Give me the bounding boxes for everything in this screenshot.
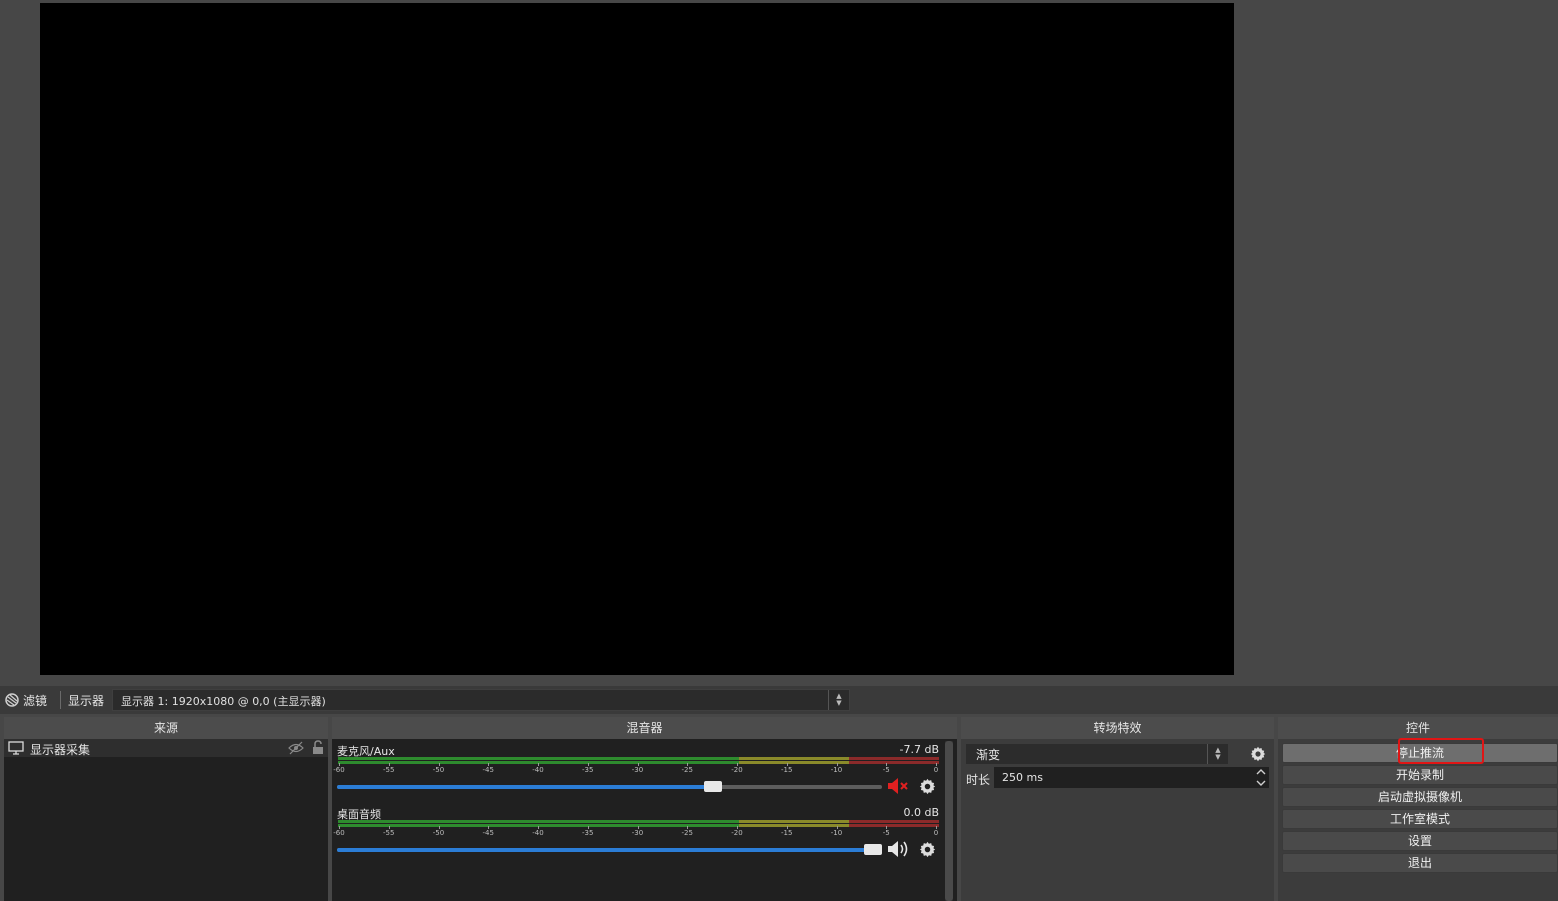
meter-tick-label: -15 bbox=[781, 766, 793, 774]
speaker-muted-icon[interactable] bbox=[886, 777, 912, 795]
sources-header: 来源 bbox=[4, 717, 328, 739]
mixer-scrollbar[interactable] bbox=[945, 741, 953, 901]
transitions-header: 转场特效 bbox=[961, 717, 1274, 739]
filter-icon bbox=[5, 693, 19, 707]
duration-stepper[interactable] bbox=[1253, 767, 1269, 788]
meter-tick-label: -10 bbox=[830, 766, 843, 774]
meter-segment bbox=[848, 820, 939, 823]
meter-tick-label: -5 bbox=[882, 766, 890, 774]
meter-segment bbox=[848, 757, 939, 760]
mic-aux-level-db: -7.7 dB bbox=[899, 743, 940, 756]
meter-segment bbox=[738, 757, 849, 760]
meter-tick-label: -55 bbox=[383, 829, 395, 837]
meter-tick-label: 0 bbox=[933, 829, 939, 837]
mic-aux-volume-fill bbox=[337, 785, 714, 789]
source-item[interactable]: 显示器采集 bbox=[4, 739, 328, 757]
display-select[interactable]: 显示器 1: 1920x1080 @ 0,0 (主显示器) ▲ ▼ bbox=[112, 689, 850, 711]
meter-tick-label: -60 bbox=[333, 829, 345, 837]
duration-label: 时长 bbox=[966, 773, 991, 787]
mic-aux-meter-ticks: -60 -55 -50 -45 -40 -35 -30 -25 -20 -15 -10 -5 0 bbox=[333, 763, 939, 777]
desktop-audio-volume-handle[interactable] bbox=[864, 844, 882, 855]
transitions-dock: 转场特效 渐变 ▲ ▼ 时长 250 ms bbox=[961, 717, 1274, 901]
visibility-eye-icon[interactable] bbox=[288, 741, 304, 755]
settings-button[interactable]: 设置 bbox=[1282, 831, 1558, 851]
display-select-value: 显示器 1: 1920x1080 @ 0,0 (主显示器) bbox=[121, 695, 326, 708]
updown-arrows-icon: ▲ ▼ bbox=[828, 690, 849, 710]
meter-tick-label: -55 bbox=[383, 766, 395, 774]
studio-mode-button[interactable]: 工作室模式 bbox=[1282, 809, 1558, 829]
chevron-down-icon[interactable] bbox=[1255, 779, 1267, 787]
meter-tick-label: -10 bbox=[830, 829, 843, 837]
mic-aux-volume-slider[interactable] bbox=[337, 781, 882, 792]
monitor-icon bbox=[8, 741, 24, 755]
meter-tick-label: -25 bbox=[681, 766, 693, 774]
meter-tick-label: -50 bbox=[432, 829, 445, 837]
duration-value: 250 ms bbox=[1002, 771, 1043, 784]
preview-area bbox=[0, 0, 1558, 686]
source-toolbar: 滤镜 显示器 显示器 1: 1920x1080 @ 0,0 (主显示器) ▲ ▼ bbox=[0, 686, 1558, 714]
speaker-icon[interactable] bbox=[886, 840, 912, 858]
transition-select[interactable]: 渐变 ▲ ▼ bbox=[966, 744, 1228, 764]
transition-select-value: 渐变 bbox=[976, 748, 1001, 762]
mixer-header: 混音器 bbox=[332, 717, 957, 739]
meter-tick-label: -20 bbox=[731, 766, 743, 774]
toolbar-divider bbox=[60, 691, 61, 709]
start-virtual-camera-button[interactable]: 启动虚拟摄像机 bbox=[1282, 787, 1558, 807]
highlight-box bbox=[1398, 738, 1484, 764]
mic-aux-gear-icon[interactable] bbox=[919, 778, 936, 795]
meter-tick-label: -25 bbox=[681, 829, 693, 837]
meter-tick-label: -5 bbox=[882, 829, 890, 837]
meter-tick-label: -45 bbox=[482, 829, 494, 837]
filters-label: 滤镜 bbox=[23, 693, 48, 708]
desktop-audio-level-db: 0.0 dB bbox=[903, 806, 939, 819]
meter-tick-label: -20 bbox=[731, 829, 743, 837]
meter-tick-label: -30 bbox=[631, 829, 644, 837]
meter-tick-label: -40 bbox=[532, 829, 544, 837]
source-item-label: 显示器采集 bbox=[30, 743, 91, 757]
controls-dock: 控件 停止推流 开始录制 启动虚拟摄像机 工作室模式 设置 退出 bbox=[1278, 717, 1558, 901]
exit-button[interactable]: 退出 bbox=[1282, 853, 1558, 873]
start-recording-button[interactable]: 开始录制 bbox=[1282, 765, 1558, 785]
mic-aux-volume-handle[interactable] bbox=[704, 781, 723, 792]
filters-button[interactable]: 滤镜 bbox=[4, 690, 47, 710]
sources-dock: 来源 显示器采集 bbox=[4, 717, 328, 901]
mixer-body: 麦克风/Aux -7.7 dB -60 -55 -50 -45 -40 -35 -30 -25… bbox=[332, 739, 957, 901]
meter-tick-label: -45 bbox=[482, 766, 494, 774]
meter-tick-label: -35 bbox=[582, 829, 594, 837]
desktop-audio-volume-slider[interactable] bbox=[337, 844, 882, 855]
meter-tick-label: -15 bbox=[781, 829, 793, 837]
meter-tick-label: -60 bbox=[333, 766, 345, 774]
display-label: 显示器 bbox=[68, 694, 105, 708]
lock-icon[interactable] bbox=[311, 740, 325, 755]
desktop-audio-meter-ticks: -60 -55 -50 -45 -40 -35 -30 -25 -20 -15 -10 -5 0 bbox=[333, 826, 939, 840]
meter-tick-label: -40 bbox=[532, 766, 544, 774]
chevron-up-icon[interactable] bbox=[1255, 768, 1267, 776]
meter-segment bbox=[338, 820, 739, 823]
meter-segment bbox=[738, 820, 849, 823]
controls-header: 控件 bbox=[1278, 717, 1558, 739]
sources-list: 显示器采集 bbox=[4, 739, 328, 901]
transition-gear-icon[interactable] bbox=[1250, 746, 1266, 762]
meter-tick-label: -35 bbox=[582, 766, 594, 774]
mixer-scroll-thumb[interactable] bbox=[945, 741, 953, 901]
mixer-dock: 混音器 麦克风/Aux -7.7 dB -60 -55 -50 -45 -40 -35 -3… bbox=[332, 717, 957, 901]
desktop-audio-volume-fill bbox=[337, 848, 873, 852]
duration-input[interactable]: 250 ms bbox=[994, 767, 1269, 788]
meter-tick-label: 0 bbox=[933, 766, 939, 774]
updown-arrows-icon: ▲ ▼ bbox=[1207, 744, 1228, 764]
meter-segment bbox=[338, 757, 739, 760]
meter-tick-label: -50 bbox=[432, 766, 445, 774]
preview-canvas[interactable] bbox=[40, 3, 1234, 675]
desktop-audio-gear-icon[interactable] bbox=[919, 841, 936, 858]
meter-tick-label: -30 bbox=[631, 766, 644, 774]
